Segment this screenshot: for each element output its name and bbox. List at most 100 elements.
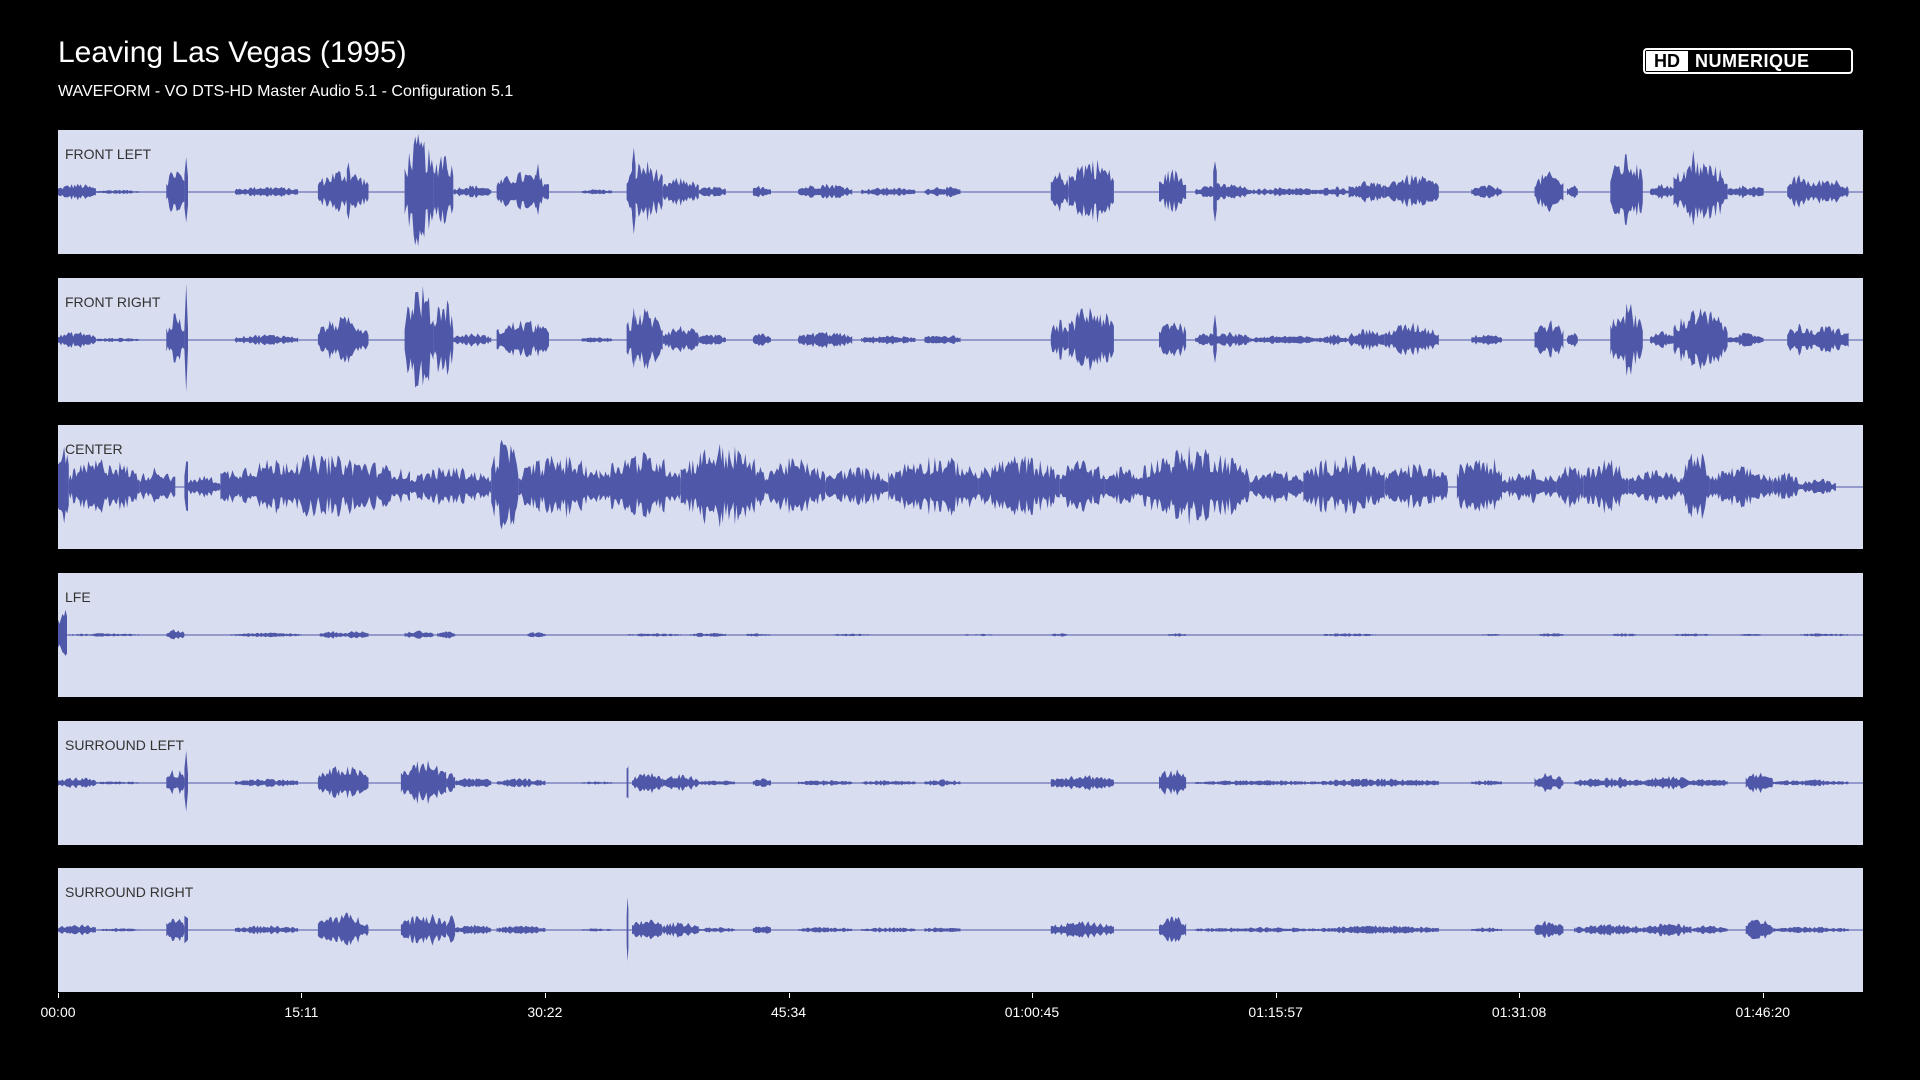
waveform-segment: [1050, 319, 1069, 360]
waveform-segment: [1799, 633, 1849, 637]
waveform-segment: [536, 163, 540, 216]
waveform-segment: [453, 333, 492, 347]
waveform-segment: [220, 454, 410, 517]
waveform-segment: [234, 334, 299, 346]
waveform-segment: [680, 443, 762, 528]
waveform-segment: [1727, 332, 1764, 347]
waveform-segment: [1321, 778, 1439, 788]
waveform-segment: [496, 171, 549, 210]
waveform-segment: [446, 915, 456, 943]
waveform-segment: [95, 337, 140, 343]
waveform-segment: [1384, 322, 1439, 356]
waveform-segment: [58, 777, 96, 789]
waveform-segment: [58, 331, 96, 348]
x-tick-label: 01:31:08: [1491, 1004, 1547, 1020]
channel-panel-surround-left: SURROUND LEFT: [58, 721, 1863, 845]
waveform-segment: [184, 283, 188, 393]
waveform-segment: [67, 633, 140, 637]
waveform-segment: [1384, 463, 1448, 509]
waveform-segment: [139, 467, 176, 503]
waveform-segment: [1159, 169, 1187, 213]
waveform-segment: [743, 633, 771, 637]
waveform-segment: [95, 781, 140, 785]
waveform-segment: [924, 186, 961, 198]
waveform-segment: [689, 632, 726, 637]
waveform-segment: [1682, 453, 1710, 520]
waveform-segment: [662, 774, 699, 791]
waveform-segment: [518, 455, 600, 519]
waveform-segment: [410, 467, 492, 506]
waveform-segment: [188, 475, 221, 498]
waveform-segment: [632, 772, 663, 794]
channel-panel-center: CENTER: [58, 425, 1863, 549]
waveform-segment: [95, 928, 140, 932]
waveform-segment: [1068, 159, 1114, 224]
x-tick-label: 45:34: [771, 1004, 807, 1020]
channel-panel-front-left: FRONT LEFT: [58, 130, 1863, 254]
waveform-segment: [798, 183, 853, 199]
waveform-segment: [536, 323, 540, 357]
x-tick-label: 15:11: [284, 1004, 319, 1020]
waveform-segment: [1673, 161, 1728, 220]
waveform-segment: [1050, 633, 1069, 637]
channel-label-front-right: FRONT RIGHT: [65, 294, 161, 310]
x-tick-label: 01:00:45: [1004, 1004, 1060, 1020]
waveform-segment: [1610, 303, 1643, 377]
waveform-segment: [317, 766, 369, 799]
waveform-segment: [626, 897, 629, 962]
channel-label-surround-left: SURROUND LEFT: [65, 737, 185, 753]
waveform-segment: [346, 162, 351, 220]
waveform-surround-left: [58, 750, 1863, 812]
waveform-segment: [1303, 455, 1385, 514]
waveform-segment: [1050, 171, 1069, 212]
waveform-segment: [1502, 469, 1557, 504]
waveform-segment: [319, 631, 347, 639]
x-tick-mark: [544, 993, 546, 998]
waveform-segment: [400, 760, 447, 805]
waveform-segment: [1384, 174, 1439, 208]
waveform-segment: [1213, 161, 1217, 223]
waveform-segment: [861, 780, 916, 786]
waveform-segment: [752, 778, 771, 788]
waveform-segment: [960, 633, 997, 637]
waveform-segment: [1691, 150, 1696, 226]
waveform-segment: [1321, 925, 1439, 934]
waveform-segment: [698, 334, 726, 345]
waveform-segment: [1076, 311, 1080, 364]
waveform-segment: [1471, 185, 1502, 199]
waveform-segment: [1799, 478, 1836, 494]
waveform-segment: [496, 320, 549, 357]
waveform-segment: [1321, 186, 1349, 198]
waveform-segment: [662, 177, 699, 206]
waveform-segment: [58, 609, 67, 656]
waveform-segment: [1787, 174, 1813, 208]
x-tick-label: 30:22: [527, 1004, 563, 1020]
waveform-front-right: [58, 283, 1863, 393]
waveform-segment: [834, 633, 871, 637]
waveform-segment: [1195, 183, 1250, 201]
waveform-segment: [1141, 445, 1250, 526]
waveform-segment: [1673, 633, 1710, 637]
waveform-segment: [1195, 331, 1250, 348]
waveform-segment: [1745, 772, 1773, 794]
waveform-segment: [1249, 470, 1304, 504]
svg-text:HD: HD: [1654, 51, 1680, 71]
waveform-segment: [1787, 323, 1813, 356]
waveform-segment: [1068, 307, 1114, 371]
waveform-segment: [861, 187, 916, 197]
waveform-segment: [825, 467, 889, 506]
waveform-segment: [1249, 187, 1322, 197]
waveform-segment: [404, 134, 434, 246]
x-tick-mark: [1762, 993, 1764, 998]
waveform-segment: [978, 455, 1060, 516]
waveform-segment: [1808, 326, 1849, 353]
x-tick-label: 00:00: [40, 1004, 76, 1020]
x-tick-mark: [301, 993, 303, 998]
waveform-segment: [1104, 466, 1141, 504]
waveform-segment: [581, 189, 613, 195]
waveform-segment: [698, 927, 735, 933]
waveform-segment: [1691, 925, 1728, 934]
waveform-segment: [1650, 183, 1674, 200]
waveform-segment: [166, 313, 185, 363]
channel-panel-lfe: LFE: [58, 573, 1863, 697]
